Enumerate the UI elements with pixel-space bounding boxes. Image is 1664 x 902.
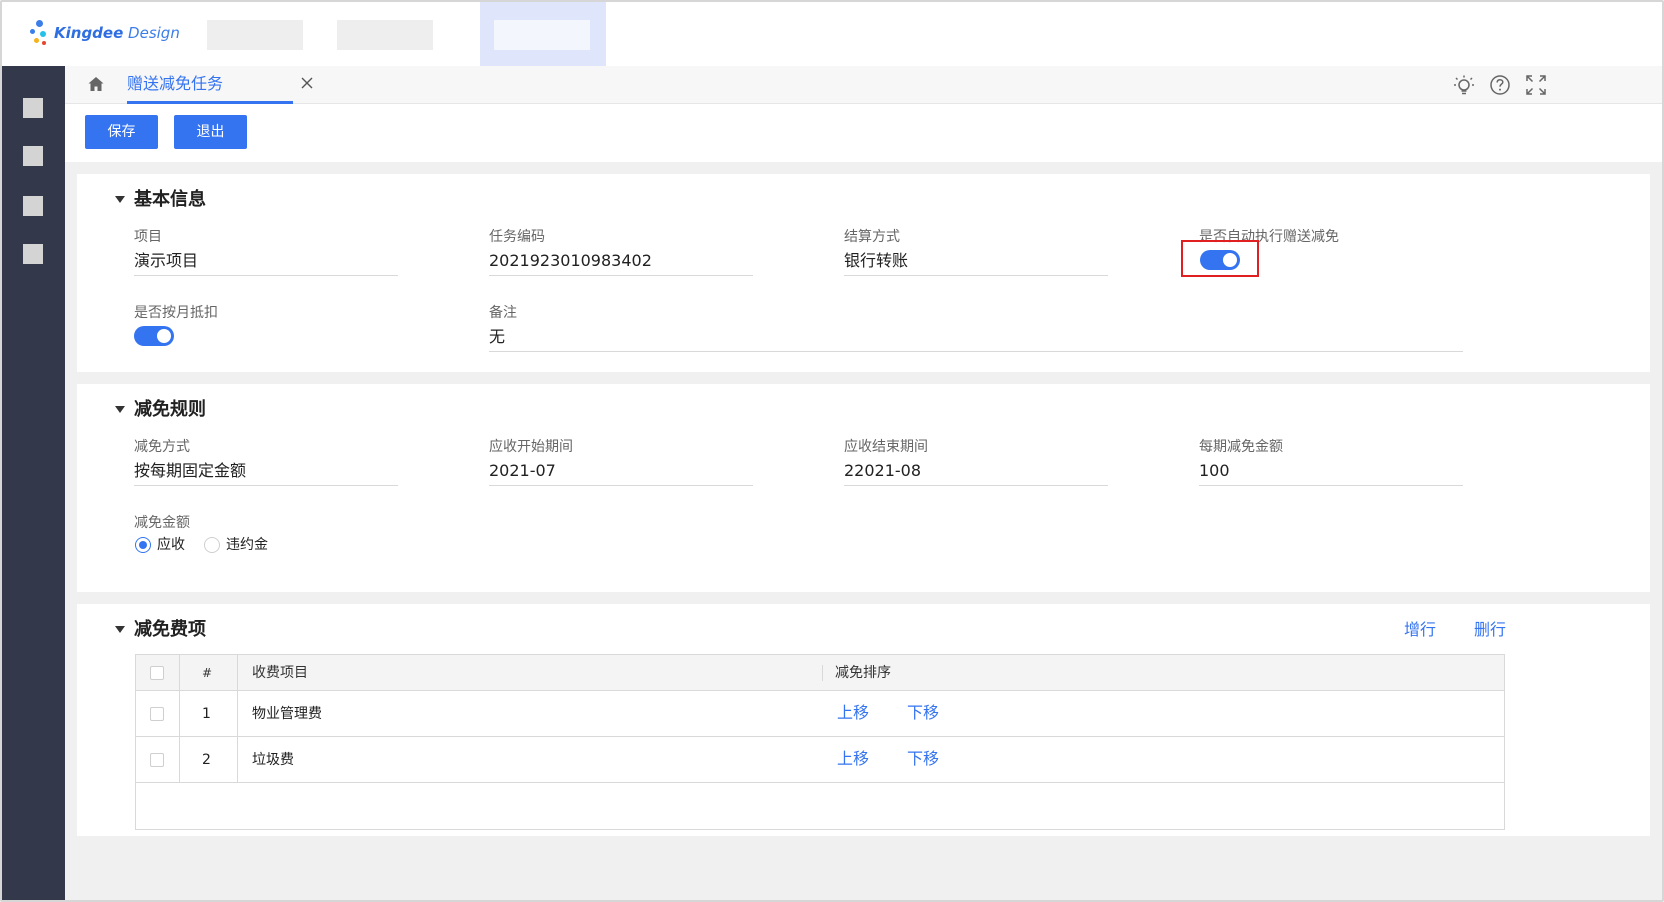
radio-receivable[interactable] xyxy=(135,537,151,553)
per-amount-label: 每期减免金额 xyxy=(1199,439,1283,455)
amount-type-label: 减免金额 xyxy=(134,515,190,531)
remark-underline xyxy=(489,351,1463,352)
end-period-label: 应收结束期间 xyxy=(844,439,928,455)
close-icon[interactable] xyxy=(299,75,315,91)
start-period-label: 应收开始期间 xyxy=(489,439,573,455)
sidebar-item-2[interactable] xyxy=(23,146,43,166)
table-row: 1 物业管理费 上移 下移 xyxy=(136,691,1504,737)
table-row: 2 垃圾费 上移 下移 xyxy=(136,737,1504,783)
row-checkbox[interactable] xyxy=(150,753,164,767)
method-underline xyxy=(134,485,398,486)
app-window: Kingdee Design 赠送减免任务 保存 退出 基本信息 项目 演示项目… xyxy=(0,0,1664,902)
move-down-link[interactable]: 下移 xyxy=(907,703,939,723)
exit-button[interactable]: 退出 xyxy=(174,115,247,149)
method-value[interactable]: 按每期固定金额 xyxy=(134,460,246,482)
collapse-caret-icon[interactable] xyxy=(115,196,125,203)
remark-value[interactable]: 无 xyxy=(489,326,505,348)
fees-card: 减免费项 增行 删行 # 收费项目 减免排序 1 物业管理费 上移 下移 2 垃… xyxy=(77,604,1650,836)
task-code-label: 任务编码 xyxy=(489,229,545,245)
monthly-deduct-label: 是否按月抵扣 xyxy=(134,305,218,321)
home-icon[interactable] xyxy=(87,75,105,93)
radio-receivable-label[interactable]: 应收 xyxy=(157,536,185,554)
section-title-rules[interactable]: 减免规则 xyxy=(134,398,206,422)
remark-label: 备注 xyxy=(489,305,517,321)
radio-penalty[interactable] xyxy=(204,537,220,553)
top-bar: Kingdee Design xyxy=(2,2,1662,66)
section-title-basic-info[interactable]: 基本信息 xyxy=(134,188,206,212)
sidebar xyxy=(2,66,65,900)
sidebar-item-1[interactable] xyxy=(23,98,43,118)
column-divider xyxy=(179,655,180,783)
project-value[interactable]: 演示项目 xyxy=(134,250,198,272)
row-index: 2 xyxy=(202,752,211,768)
settle-method-underline xyxy=(844,275,1108,276)
fees-table: # 收费项目 减免排序 1 物业管理费 上移 下移 2 垃圾费 上移 下移 xyxy=(135,654,1505,830)
column-divider xyxy=(237,655,238,783)
column-header-item: 收费项目 xyxy=(252,665,308,681)
sidebar-item-3[interactable] xyxy=(23,196,43,216)
delete-row-button[interactable]: 删行 xyxy=(1474,620,1506,640)
move-up-link[interactable]: 上移 xyxy=(837,703,869,723)
table-header: # 收费项目 减免排序 xyxy=(136,655,1504,691)
section-title-fees[interactable]: 减免费项 xyxy=(134,618,206,642)
row-checkbox[interactable] xyxy=(150,707,164,721)
basic-info-card: 基本信息 项目 演示项目 任务编码 2021923010983402 结算方式 … xyxy=(77,174,1650,372)
column-header-sort: 减免排序 xyxy=(835,665,891,681)
settle-method-label: 结算方式 xyxy=(844,229,900,245)
task-code-value[interactable]: 2021923010983402 xyxy=(489,250,652,272)
start-period-value[interactable]: 2021-07 xyxy=(489,460,556,482)
logo-mark-icon xyxy=(30,18,50,48)
sidebar-item-4[interactable] xyxy=(23,244,43,264)
move-down-link[interactable]: 下移 xyxy=(907,749,939,769)
project-label: 项目 xyxy=(134,229,162,245)
task-code-underline xyxy=(489,275,753,276)
select-all-checkbox[interactable] xyxy=(150,666,164,680)
column-separator xyxy=(822,665,823,681)
row-fee-item: 垃圾费 xyxy=(252,752,294,768)
tab-title[interactable]: 赠送减免任务 xyxy=(127,74,223,94)
radio-penalty-label[interactable]: 违约金 xyxy=(226,536,268,554)
start-period-underline xyxy=(489,485,753,486)
toolbar: 保存 退出 xyxy=(65,104,1662,162)
bulb-icon[interactable] xyxy=(1453,74,1475,96)
rules-card: 减免规则 减免方式 按每期固定金额 应收开始期间 2021-07 应收结束期间 … xyxy=(77,384,1650,592)
row-fee-item: 物业管理费 xyxy=(252,706,322,722)
project-field-underline xyxy=(134,275,398,276)
fullscreen-icon[interactable] xyxy=(1525,74,1547,96)
highlight-box xyxy=(1181,240,1259,277)
kingdee-logo: Kingdee Design xyxy=(30,16,180,50)
add-row-button[interactable]: 增行 xyxy=(1404,620,1436,640)
top-nav-tab-1[interactable] xyxy=(207,20,303,50)
collapse-caret-icon[interactable] xyxy=(115,626,125,633)
per-amount-underline xyxy=(1199,485,1463,486)
top-nav-tab-active[interactable] xyxy=(494,20,590,50)
column-header-index: # xyxy=(202,666,213,680)
monthly-deduct-switch[interactable] xyxy=(134,326,174,346)
per-amount-value[interactable]: 100 xyxy=(1199,460,1230,482)
row-index: 1 xyxy=(202,706,211,722)
end-period-underline xyxy=(844,485,1108,486)
tab-strip: 赠送减免任务 xyxy=(65,66,1662,104)
collapse-caret-icon[interactable] xyxy=(115,406,125,413)
help-icon[interactable] xyxy=(1489,74,1511,96)
method-label: 减免方式 xyxy=(134,439,190,455)
logo-suffix: Design xyxy=(128,24,180,42)
top-nav-tab-2[interactable] xyxy=(337,20,433,50)
logo-brand: Kingdee xyxy=(54,24,124,42)
move-up-link[interactable]: 上移 xyxy=(837,749,869,769)
settle-method-value[interactable]: 银行转账 xyxy=(844,250,908,272)
save-button[interactable]: 保存 xyxy=(85,115,158,149)
main-content: 基本信息 项目 演示项目 任务编码 2021923010983402 结算方式 … xyxy=(65,162,1662,900)
end-period-value[interactable]: 22021-08 xyxy=(844,460,921,482)
